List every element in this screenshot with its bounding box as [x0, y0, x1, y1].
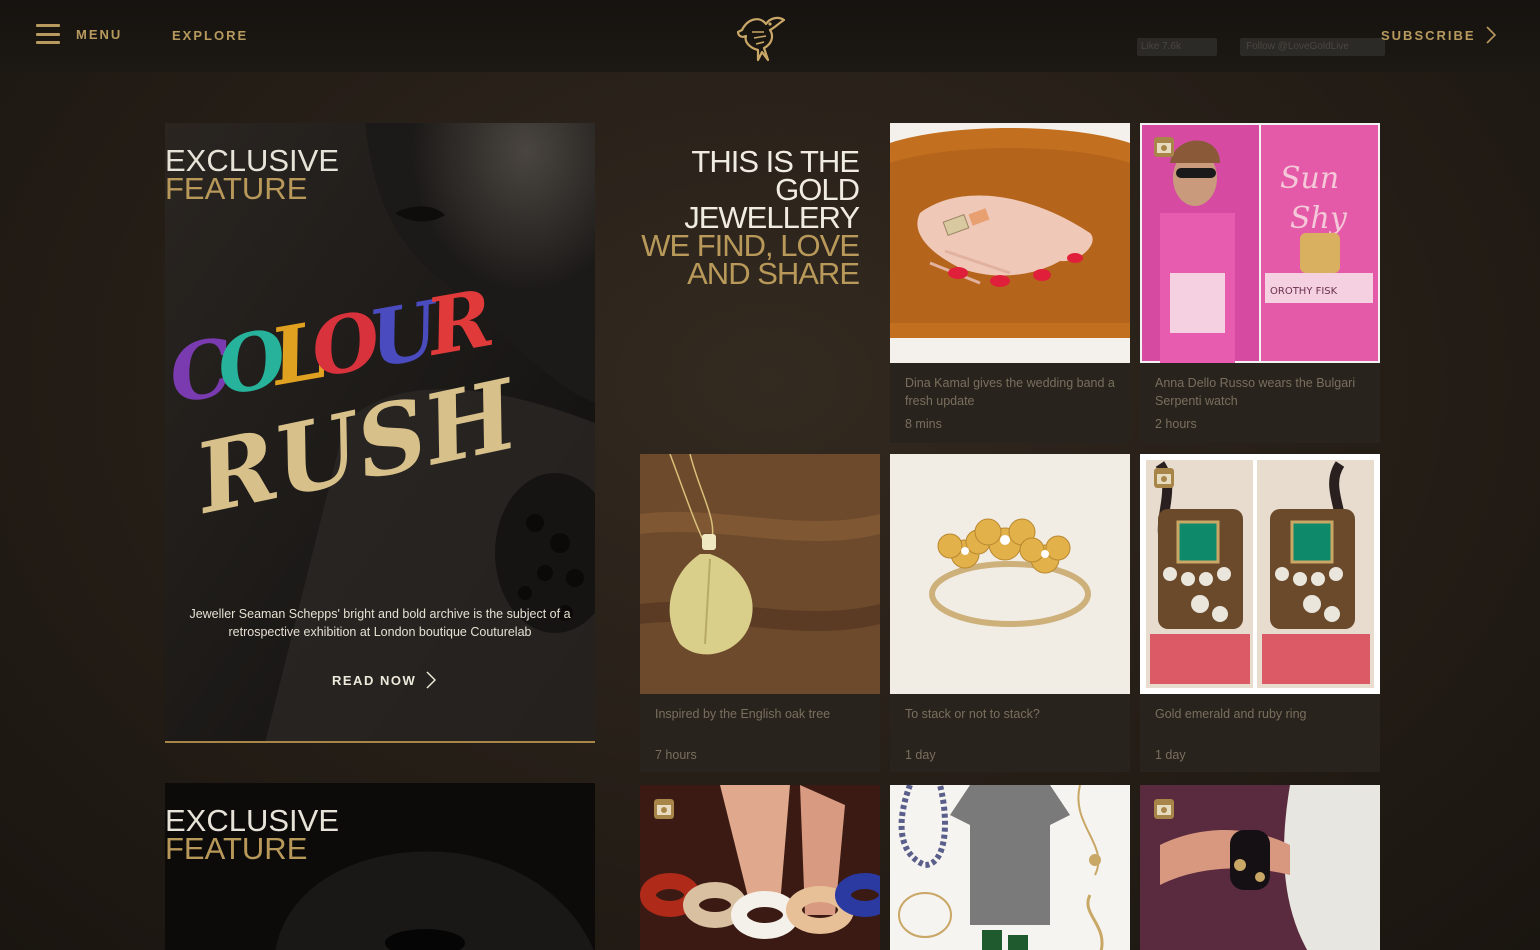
- site-tagline: THIS IS THE GOLD JEWELLERY WE FIND, LOVE…: [641, 146, 860, 291]
- post-time: 8 mins: [905, 417, 942, 431]
- post-tile[interactable]: Inspired by the English oak tree 7 hours: [640, 454, 880, 772]
- explore-link[interactable]: EXPLORE: [172, 28, 248, 43]
- post-image: [1140, 454, 1380, 694]
- chevron-right-icon: [426, 671, 437, 689]
- post-tile[interactable]: Dina Kamal gives the wedding band a fres…: [890, 123, 1130, 443]
- post-time: 1 day: [905, 748, 936, 762]
- post-time: 1 day: [1155, 748, 1186, 762]
- feature-artwork: C O L O U R RUSH: [165, 123, 595, 741]
- post-tile[interactable]: To stack or not to stack? 1 day: [890, 454, 1130, 772]
- post-time: 7 hours: [655, 748, 697, 762]
- post-image: [640, 454, 880, 694]
- post-image: [890, 123, 1130, 363]
- post-image: Sun Shy OROTHY FISK: [1140, 123, 1380, 363]
- post-image: [1140, 785, 1380, 950]
- post-time: 2 hours: [1155, 417, 1197, 431]
- tagline-line: AND SHARE: [687, 256, 860, 291]
- post-caption: Inspired by the English oak tree: [655, 707, 831, 721]
- subscribe-button[interactable]: SUBSCRIBE: [1381, 26, 1496, 44]
- exclusive-feature-heading: EXCLUSIVE FEATURE: [165, 145, 339, 206]
- hamburger-icon[interactable]: [36, 24, 60, 44]
- post-image: [890, 454, 1130, 694]
- exclusive-feature-heading: EXCLUSIVE FEATURE: [165, 805, 339, 866]
- twitter-follow-widget[interactable]: Follow @LoveGoldLive: [1240, 38, 1385, 56]
- instagram-icon: [654, 799, 674, 819]
- svg-text:Sun: Sun: [1280, 161, 1339, 196]
- post-caption: Anna Dello Russo wears the Bulgari Serpe…: [1155, 376, 1356, 408]
- post-caption: Dina Kamal gives the wedding band a fres…: [905, 376, 1115, 408]
- feature-description: Jeweller Seaman Schepps' bright and bold…: [189, 607, 571, 639]
- menu-button[interactable]: MENU: [36, 24, 122, 44]
- subscribe-label: SUBSCRIBE: [1381, 27, 1476, 43]
- svg-text:Shy: Shy: [1290, 201, 1348, 236]
- instagram-icon: [1154, 137, 1174, 157]
- read-now-button[interactable]: READ NOW: [332, 671, 437, 689]
- feature-label: FEATURE: [165, 171, 308, 206]
- feature-label: FEATURE: [165, 831, 308, 866]
- post-caption: Gold emerald and ruby ring: [1155, 707, 1307, 721]
- post-tile[interactable]: [1140, 785, 1380, 950]
- site-header: MENU EXPLORE Like 7.6k Follow @LoveGoldL…: [0, 0, 1540, 72]
- post-image: [890, 785, 1130, 950]
- post-image: [640, 785, 880, 950]
- exclusive-feature-card[interactable]: EXCLUSIVE FEATURE: [165, 783, 595, 950]
- menu-label: MENU: [76, 26, 123, 42]
- post-tile[interactable]: [640, 785, 880, 950]
- post-tile[interactable]: [890, 785, 1130, 950]
- read-now-label: READ NOW: [332, 672, 417, 688]
- chevron-right-icon: [1486, 26, 1496, 44]
- facebook-like-widget[interactable]: Like 7.6k: [1137, 38, 1217, 56]
- instagram-icon: [1154, 799, 1174, 819]
- post-tile[interactable]: Gold emerald and ruby ring 1 day: [1140, 454, 1380, 772]
- post-caption: To stack or not to stack?: [905, 707, 1040, 721]
- instagram-icon: [1154, 468, 1174, 488]
- svg-text:OROTHY FISK: OROTHY FISK: [1270, 286, 1338, 297]
- bird-logo-icon[interactable]: [734, 10, 788, 64]
- exclusive-feature-card[interactable]: C O L O U R RUSH EXCLUSIVE FEATURE Jewel…: [165, 123, 595, 743]
- post-tile[interactable]: Sun Shy OROTHY FISK Anna Dello Russo wea…: [1140, 123, 1380, 443]
